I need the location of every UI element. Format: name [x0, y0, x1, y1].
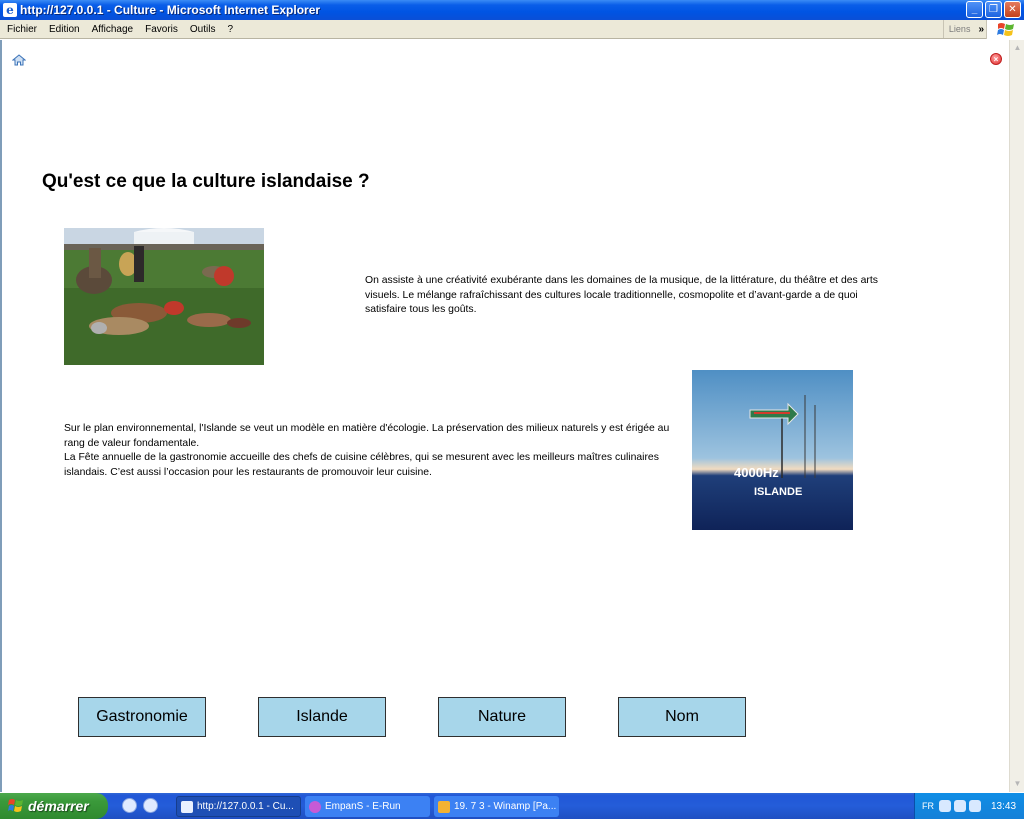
system-tray: FR 13:43 [914, 793, 1024, 819]
islande-button[interactable]: Islande [258, 697, 386, 737]
windows-logo-icon [986, 20, 1024, 39]
environment-paragraph: Sur le plan environnemental, l'Islande s… [64, 422, 674, 480]
tray-network-icon[interactable] [954, 800, 966, 812]
menu-bar: Fichier Edition Affichage Favoris Outils… [0, 20, 1024, 39]
links-chevron[interactable]: » [978, 24, 984, 35]
vertical-scrollbar[interactable]: ▲ ▼ [1009, 40, 1024, 792]
taskbar: démarrer http://127.0.0.1 - Cu... EmpanS… [0, 793, 1024, 819]
tray-volume-icon[interactable] [969, 800, 981, 812]
festival-poster-image: 4000Hz ISLANDE [692, 370, 853, 530]
tray-back-icon[interactable] [939, 800, 951, 812]
windows-flag-icon [8, 799, 23, 812]
maximize-button[interactable]: ❐ [985, 1, 1002, 18]
nom-button[interactable]: Nom [618, 697, 746, 737]
page-content: × Qu'est ce que la culture islandaise ? … [0, 40, 1009, 792]
clock[interactable]: 13:43 [991, 801, 1016, 812]
menu-fichier[interactable]: Fichier [7, 24, 37, 35]
gastronomie-button[interactable]: Gastronomie [78, 697, 206, 737]
task-erun-label: EmpanS - E-Run [325, 801, 401, 812]
window-title: http://127.0.0.1 - Culture - Microsoft I… [20, 3, 321, 17]
close-page-icon[interactable]: × [990, 53, 1002, 65]
ie-icon: e [3, 3, 17, 17]
quicklaunch-ie-icon[interactable] [143, 798, 158, 813]
nature-button[interactable]: Nature [438, 697, 566, 737]
viking-battle-photo [64, 228, 264, 365]
culture-paragraph: On assiste à une créativité exubérante d… [365, 275, 878, 316]
window-titlebar[interactable]: e http://127.0.0.1 - Culture - Microsoft… [0, 0, 1024, 20]
poster-subtitle: ISLANDE [754, 486, 803, 498]
menu-favoris[interactable]: Favoris [145, 24, 178, 35]
environment-paragraph-line2: La Fête annuelle de la gastronomie accue… [64, 452, 659, 478]
start-label: démarrer [28, 798, 89, 814]
environment-paragraph-line1: Sur le plan environnemental, l'Islande s… [64, 423, 670, 449]
scroll-down-icon[interactable]: ▼ [1011, 778, 1024, 790]
close-button[interactable]: ✕ [1004, 1, 1021, 18]
menu-help[interactable]: ? [227, 24, 233, 35]
quick-launch [122, 798, 158, 813]
poster-title: 4000Hz [734, 465, 779, 480]
task-ie[interactable]: http://127.0.0.1 - Cu... [176, 796, 301, 817]
task-winamp[interactable]: 19. 7 3 - Winamp [Pa... [434, 796, 559, 817]
links-toolbar[interactable]: Liens » [942, 20, 984, 38]
minimize-button[interactable]: _ [966, 1, 983, 18]
language-indicator[interactable]: FR [922, 801, 934, 811]
task-ie-label: http://127.0.0.1 - Cu... [197, 801, 294, 812]
menu-outils[interactable]: Outils [190, 24, 216, 35]
ie-task-icon [181, 800, 193, 813]
menu-edition[interactable]: Edition [49, 24, 80, 35]
start-button[interactable]: démarrer [0, 793, 108, 819]
tray-icons [939, 800, 981, 812]
scroll-up-icon[interactable]: ▲ [1011, 42, 1024, 54]
winamp-task-icon [438, 800, 450, 813]
page-title: Qu'est ce que la culture islandaise ? [42, 171, 370, 192]
erun-task-icon [309, 800, 321, 813]
quicklaunch-icon[interactable] [122, 798, 137, 813]
task-erun[interactable]: EmpanS - E-Run [305, 796, 430, 817]
home-icon[interactable] [12, 54, 26, 66]
task-winamp-label: 19. 7 3 - Winamp [Pa... [454, 801, 557, 812]
menu-affichage[interactable]: Affichage [92, 24, 134, 35]
window-controls: _ ❐ ✕ [966, 1, 1021, 18]
links-label: Liens [948, 24, 971, 34]
